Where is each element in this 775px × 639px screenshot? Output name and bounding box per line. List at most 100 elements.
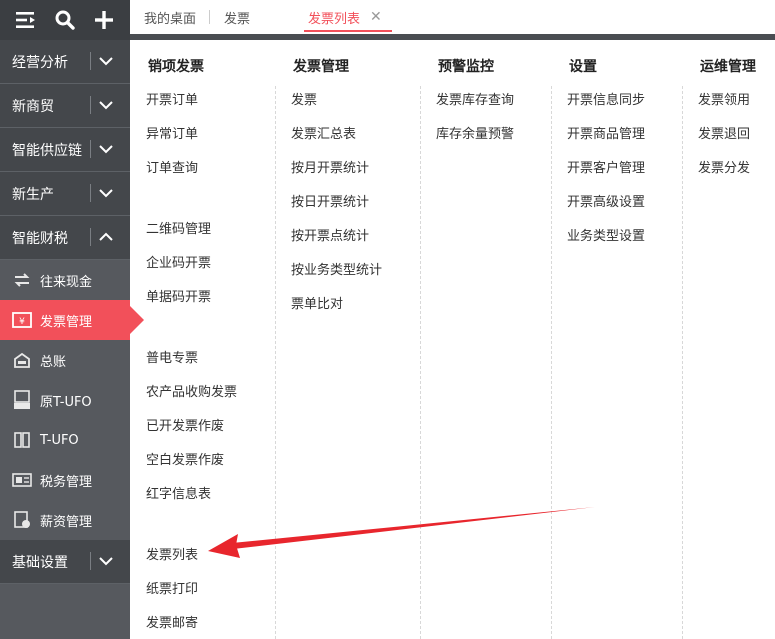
- menu-link-qrcode-management[interactable]: 二维码管理: [146, 218, 211, 237]
- sidebar-item-old-t-ufo[interactable]: 原T-UFO: [0, 380, 130, 420]
- sidebar-item-label: T-UFO: [40, 432, 79, 448]
- nav-group-divider: [90, 184, 91, 202]
- sidebar-item-label: 原T-UFO: [40, 394, 92, 410]
- menu-link-document-code-billing[interactable]: 单据码开票: [146, 286, 211, 305]
- column-divider: [682, 86, 683, 639]
- sidebar-item-label: 往来现金: [40, 274, 93, 290]
- column-title: 销项发票: [148, 59, 204, 75]
- sidebar-item-salary[interactable]: 薪资管理: [0, 500, 130, 540]
- menu-link-monthly-stats[interactable]: 按月开票统计: [291, 157, 369, 176]
- nav-group-new-trade[interactable]: 新商贸: [0, 84, 130, 128]
- chevron-down-icon: [99, 101, 113, 110]
- tab-invoice[interactable]: 发票: [210, 0, 264, 34]
- invoice-icon: ¥: [12, 310, 32, 330]
- chevron-down-icon: [99, 189, 113, 198]
- menu-link-invoice-return[interactable]: 发票退回: [698, 123, 750, 142]
- nav-group-divider: [90, 96, 91, 114]
- search-icon[interactable]: [51, 6, 79, 34]
- nav-group-new-production[interactable]: 新生产: [0, 172, 130, 216]
- tab-bar: 我的桌面 发票 发票列表 ✕: [130, 0, 775, 34]
- menu-link-ordinary-special-invoice[interactable]: 普电专票: [146, 347, 198, 366]
- menu-link-enterprise-code-billing[interactable]: 企业码开票: [146, 252, 211, 271]
- menu-link-invoice-stock-query[interactable]: 发票库存查询: [436, 89, 514, 108]
- menu-link-billing-info-sync[interactable]: 开票信息同步: [567, 89, 645, 108]
- nav-group-divider: [90, 228, 91, 246]
- menu-link-void-issued-invoice[interactable]: 已开发票作废: [146, 415, 224, 434]
- sidebar-item-cash[interactable]: 往来现金: [0, 260, 130, 300]
- sidebar-item-label: 薪资管理: [40, 514, 93, 530]
- nav-group-label: 新商贸: [12, 98, 54, 115]
- invoice-mega-menu: 销项发票 开票订单 异常订单 订单查询 二维码管理 企业码开票 单据码开票 普电…: [130, 40, 775, 639]
- nav-group-divider: [90, 52, 91, 70]
- nav-group-label: 智能供应链: [12, 142, 82, 159]
- close-icon[interactable]: ✕: [370, 9, 382, 25]
- sidebar-item-t-ufo[interactable]: T-UFO: [0, 420, 130, 460]
- menu-link-invoice[interactable]: 发票: [291, 89, 317, 108]
- menu-link-billing-order[interactable]: 开票订单: [146, 89, 198, 108]
- sidebar-item-tax[interactable]: 税务管理: [0, 460, 130, 500]
- column-title: 设置: [569, 59, 597, 75]
- nav-group-divider: [90, 552, 91, 570]
- menu-link-billing-point-stats[interactable]: 按开票点统计: [291, 225, 369, 244]
- chevron-down-icon: [99, 557, 113, 566]
- menu-link-order-query[interactable]: 订单查询: [146, 157, 198, 176]
- menu-link-invoice-mailing[interactable]: 发票邮寄: [146, 612, 198, 631]
- menu-link-invoice-requisition[interactable]: 发票领用: [698, 89, 750, 108]
- sidebar-item-label: 总账: [40, 354, 67, 370]
- finance-tax-submenu: 往来现金 ¥ 发票管理 总账 原T-UFO T-UFO 税务管理 薪资管理: [0, 260, 144, 540]
- menu-link-paper-invoice-print[interactable]: 纸票打印: [146, 578, 198, 597]
- svg-text:¥: ¥: [19, 317, 25, 327]
- nav-group-supply-chain[interactable]: 智能供应链: [0, 128, 130, 172]
- sidebar-item-invoice-management[interactable]: ¥ 发票管理: [0, 300, 144, 340]
- sidebar-item-label: 税务管理: [40, 474, 93, 490]
- nav-group-finance-tax[interactable]: 智能财税: [0, 216, 130, 260]
- tab-label: 我的桌面: [144, 11, 197, 27]
- column-divider: [275, 86, 276, 639]
- chevron-up-icon: [99, 232, 113, 241]
- tab-my-desktop[interactable]: 我的桌面: [130, 0, 211, 34]
- menu-link-billing-customer-management[interactable]: 开票客户管理: [567, 157, 645, 176]
- ufo-report-icon: [12, 390, 32, 410]
- tax-icon: [12, 470, 32, 490]
- nav-group-label: 经营分析: [12, 54, 68, 71]
- chevron-down-icon: [99, 57, 113, 66]
- column-title: 预警监控: [438, 59, 494, 75]
- menu-link-agricultural-purchase-invoice[interactable]: 农产品收购发票: [146, 381, 237, 400]
- nav-group-divider: [90, 140, 91, 158]
- menu-collapse-icon[interactable]: [12, 6, 40, 34]
- column-title: 运维管理: [700, 59, 756, 75]
- menu-link-abnormal-order[interactable]: 异常订单: [146, 123, 198, 142]
- menu-link-invoice-distribution[interactable]: 发票分发: [698, 157, 750, 176]
- menu-link-stock-warning[interactable]: 库存余量预警: [436, 123, 514, 142]
- nav-group-business-analysis[interactable]: 经营分析: [0, 40, 130, 84]
- ufo-report-icon: [12, 430, 32, 450]
- tab-invoice-list[interactable]: 发票列表 ✕: [294, 0, 392, 34]
- menu-link-void-blank-invoice[interactable]: 空白发票作废: [146, 449, 224, 468]
- tab-label: 发票: [224, 11, 251, 27]
- menu-link-business-type-settings[interactable]: 业务类型设置: [567, 225, 645, 244]
- nav-group-label: 基础设置: [12, 554, 68, 571]
- menu-link-red-letter-info[interactable]: 红字信息表: [146, 483, 211, 502]
- tab-label: 发票列表: [308, 11, 361, 27]
- menu-link-invoice-summary[interactable]: 发票汇总表: [291, 123, 356, 142]
- chevron-down-icon: [99, 145, 113, 154]
- cash-exchange-icon: [12, 270, 32, 290]
- sidebar-item-ledger[interactable]: 总账: [0, 340, 130, 380]
- menu-link-invoice-list[interactable]: 发票列表: [146, 544, 198, 563]
- ledger-icon: [12, 350, 32, 370]
- menu-link-billing-advanced-settings[interactable]: 开票高级设置: [567, 191, 645, 210]
- sidebar-item-label: 发票管理: [40, 314, 93, 330]
- menu-link-billing-product-management[interactable]: 开票商品管理: [567, 123, 645, 142]
- column-title: 发票管理: [293, 59, 349, 75]
- nav-group-basic-settings[interactable]: 基础设置: [0, 540, 130, 584]
- plus-icon[interactable]: [90, 6, 118, 34]
- column-divider: [420, 86, 421, 639]
- sidebar-toolbar: [0, 0, 130, 40]
- salary-icon: [12, 510, 32, 530]
- column-divider: [551, 86, 552, 639]
- nav-group-label: 智能财税: [12, 230, 68, 247]
- menu-link-business-type-stats[interactable]: 按业务类型统计: [291, 259, 382, 278]
- menu-link-invoice-order-compare[interactable]: 票单比对: [291, 293, 343, 312]
- active-tab-indicator: [304, 30, 392, 32]
- menu-link-daily-stats[interactable]: 按日开票统计: [291, 191, 369, 210]
